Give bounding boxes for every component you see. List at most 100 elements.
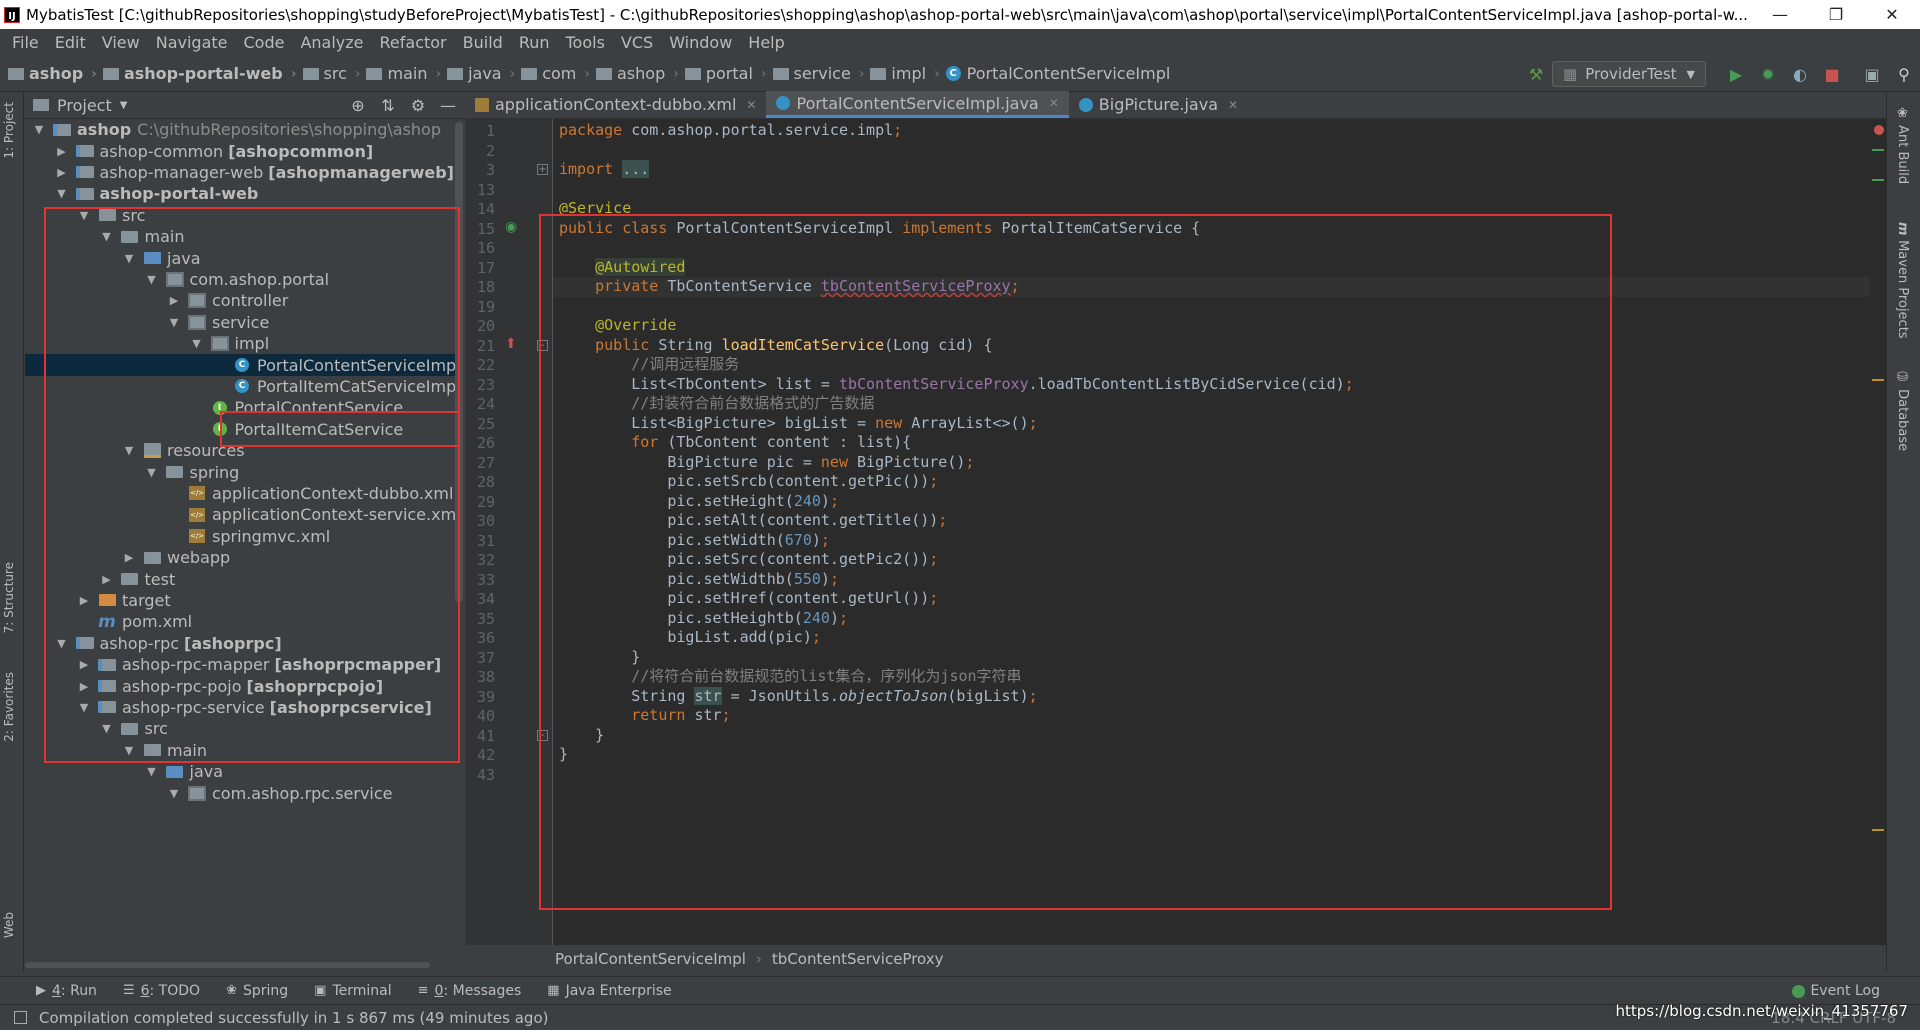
breadcrumb-class[interactable]: PortalContentServiceImpl bbox=[555, 950, 746, 968]
code-line[interactable] bbox=[553, 141, 1883, 161]
tree-row[interactable]: PortalItemCatService bbox=[25, 419, 463, 440]
menu-item-view[interactable]: View bbox=[94, 33, 148, 52]
project-panel-title[interactable]: Project bbox=[57, 96, 112, 115]
code-line[interactable] bbox=[553, 238, 1883, 258]
code-line[interactable] bbox=[553, 765, 1883, 785]
menu-item-edit[interactable]: Edit bbox=[47, 33, 94, 52]
tree-row[interactable]: ▼ main bbox=[25, 226, 463, 247]
tree-row[interactable]: ▼ java bbox=[25, 247, 463, 268]
tree-row[interactable]: applicationContext-service.xml bbox=[25, 504, 463, 525]
tool-windows-icon[interactable] bbox=[14, 1011, 27, 1024]
collapsed-arrow-icon[interactable]: ▶ bbox=[123, 551, 135, 564]
tree-row[interactable]: ▼ ashop-rpc-service [ashoprpcservice] bbox=[25, 697, 463, 718]
close-tab-icon[interactable]: ✕ bbox=[1049, 96, 1059, 110]
stripe-marker[interactable] bbox=[1872, 149, 1884, 151]
run-configuration-select[interactable]: ▦ ProviderTest ▼ bbox=[1552, 61, 1706, 87]
breadcrumb-item[interactable]: com › bbox=[521, 64, 590, 83]
menu-item-refactor[interactable]: Refactor bbox=[372, 33, 455, 52]
tool-tab-maven[interactable]: m Maven Projects bbox=[1895, 222, 1910, 339]
code-line[interactable]: private TbContentService tbContentServic… bbox=[553, 277, 1883, 297]
code-line[interactable]: } bbox=[553, 648, 1883, 668]
menu-item-analyze[interactable]: Analyze bbox=[292, 33, 371, 52]
bottom-tab-run[interactable]: ▶ 4: Run bbox=[36, 983, 97, 999]
expanded-arrow-icon[interactable]: ▼ bbox=[146, 765, 158, 778]
editor-tab[interactable]: PortalContentServiceImpl.java ✕ bbox=[766, 91, 1069, 118]
tree-row[interactable]: ▼ resources bbox=[25, 440, 463, 461]
collapsed-arrow-icon[interactable]: ▶ bbox=[56, 166, 68, 179]
breadcrumb-item[interactable]: portal › bbox=[684, 64, 767, 83]
collapsed-arrow-icon[interactable]: ▶ bbox=[168, 294, 180, 307]
expanded-arrow-icon[interactable]: ▼ bbox=[123, 744, 135, 757]
bottom-tab-terminal[interactable]: ▣ Terminal bbox=[314, 983, 391, 999]
fold-icon[interactable]: + bbox=[537, 164, 548, 175]
collapsed-arrow-icon[interactable]: ▶ bbox=[56, 145, 68, 158]
coverage-icon[interactable]: ◐ bbox=[1790, 64, 1810, 84]
bottom-tab-todo[interactable]: ☰ 6: TODO bbox=[123, 983, 200, 999]
code-line[interactable]: } bbox=[553, 745, 1883, 765]
debug-icon[interactable]: ✹ bbox=[1758, 64, 1778, 84]
build-hammer-icon[interactable]: ⚒ bbox=[1526, 64, 1546, 84]
code-line[interactable]: List<TbContent> list = tbContentServiceP… bbox=[553, 375, 1883, 395]
close-icon[interactable]: ✕ bbox=[1864, 0, 1920, 29]
code-line[interactable]: List<BigPicture> bigList = new ArrayList… bbox=[553, 414, 1883, 434]
project-structure-icon[interactable]: ▣ bbox=[1862, 64, 1882, 84]
tool-tab-structure[interactable]: 7: Structure bbox=[2, 562, 16, 633]
expanded-arrow-icon[interactable]: ▼ bbox=[123, 444, 135, 457]
breadcrumb-item[interactable]: service › bbox=[772, 64, 864, 83]
implements-gutter-icon[interactable]: ◉ bbox=[505, 219, 517, 235]
expanded-arrow-icon[interactable]: ▼ bbox=[101, 230, 113, 243]
code-line[interactable]: pic.setAlt(content.getTitle()); bbox=[553, 511, 1883, 531]
code-line[interactable]: //封装符合前台数据格式的广告数据 bbox=[553, 394, 1883, 414]
restore-icon[interactable]: ❐ bbox=[1808, 0, 1864, 29]
project-scrollbar[interactable] bbox=[455, 122, 463, 602]
bottom-tab-spring[interactable]: ❀ Spring bbox=[226, 983, 288, 999]
stripe-marker[interactable] bbox=[1872, 179, 1884, 181]
code-line[interactable]: bigList.add(pic); bbox=[553, 628, 1883, 648]
expanded-arrow-icon[interactable]: ▼ bbox=[78, 209, 90, 222]
expanded-arrow-icon[interactable]: ▼ bbox=[78, 701, 90, 714]
menu-item-file[interactable]: File bbox=[4, 33, 47, 52]
collapsed-arrow-icon[interactable]: ▶ bbox=[78, 680, 90, 693]
search-icon[interactable]: ⚲ bbox=[1894, 64, 1914, 84]
event-log-button[interactable]: Event Log bbox=[1792, 977, 1880, 1005]
tree-row[interactable]: ▼ ashop C:\githubRepositories\shopping\ash… bbox=[25, 119, 463, 140]
tree-row[interactable]: ▶ test bbox=[25, 568, 463, 589]
code-line[interactable]: pic.setSrc(content.getPic2()); bbox=[553, 550, 1883, 570]
code-line[interactable]: } bbox=[553, 726, 1883, 746]
tree-row[interactable]: PortalContentService bbox=[25, 397, 463, 418]
collapsed-arrow-icon[interactable]: ▶ bbox=[101, 573, 113, 586]
fold-icon[interactable]: - bbox=[537, 729, 548, 741]
tree-row[interactable]: ▶ target bbox=[25, 590, 463, 611]
tree-row[interactable]: ▼ ashop-portal-web bbox=[25, 183, 463, 204]
expanded-arrow-icon[interactable]: ▼ bbox=[56, 187, 68, 200]
stripe-marker[interactable] bbox=[1872, 829, 1884, 831]
hide-panel-icon[interactable]: — bbox=[433, 96, 463, 115]
code-line[interactable]: //将符合前台数据规范的list集合，序列化为json字符串 bbox=[553, 667, 1883, 687]
tree-row[interactable]: ▼ impl bbox=[25, 333, 463, 354]
code-line[interactable]: public class PortalContentServiceImpl im… bbox=[553, 219, 1883, 239]
tree-row[interactable]: ▼ com.ashop.portal bbox=[25, 269, 463, 290]
breadcrumb-item[interactable]: ashop-portal-web › bbox=[102, 64, 297, 83]
tree-row[interactable]: applicationContext-dubbo.xml bbox=[25, 483, 463, 504]
code-line[interactable]: pic.setWidthb(550); bbox=[553, 570, 1883, 590]
close-tab-icon[interactable]: ✕ bbox=[1228, 98, 1238, 112]
code-line[interactable]: @Autowired bbox=[553, 257, 1883, 278]
breadcrumb-field[interactable]: tbContentServiceProxy bbox=[772, 950, 944, 968]
tree-row[interactable]: ▶ ashop-common [ashopcommon] bbox=[25, 140, 463, 161]
tool-tab-database[interactable]: ⛁ Database bbox=[1895, 370, 1910, 451]
menu-item-run[interactable]: Run bbox=[511, 33, 558, 52]
tree-row[interactable]: ▼ service bbox=[25, 312, 463, 333]
code-line[interactable]: //调用远程服务 bbox=[553, 355, 1883, 375]
expanded-arrow-icon[interactable]: ▼ bbox=[146, 466, 158, 479]
minimize-icon[interactable]: — bbox=[1752, 0, 1808, 29]
code-line[interactable]: pic.setSrcb(content.getPic()); bbox=[553, 472, 1883, 492]
editor-tab[interactable]: applicationContext-dubbo.xml ✕ bbox=[465, 91, 766, 118]
menu-item-navigate[interactable]: Navigate bbox=[148, 33, 236, 52]
collapse-all-icon[interactable]: ⇅ bbox=[373, 96, 403, 115]
tool-tab-web[interactable]: Web bbox=[2, 912, 16, 938]
menu-item-vcs[interactable]: VCS bbox=[613, 33, 661, 52]
chevron-down-icon[interactable]: ▼ bbox=[120, 100, 128, 111]
tree-row[interactable]: ▶ controller bbox=[25, 290, 463, 311]
tool-tab-project[interactable]: 1: Project bbox=[2, 102, 16, 159]
code-line[interactable]: BigPicture pic = new BigPicture(); bbox=[553, 453, 1883, 473]
